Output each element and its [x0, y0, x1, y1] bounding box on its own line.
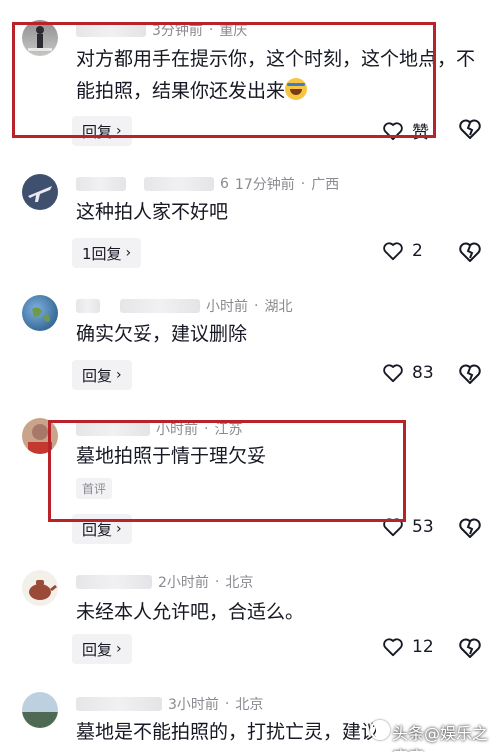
watermark: 头条@娱乐之唐唐	[392, 724, 489, 752]
avatar[interactable]	[22, 692, 58, 728]
username-redacted	[76, 422, 150, 436]
comment-location: 重庆	[219, 23, 248, 39]
like-count: 83	[412, 363, 434, 383]
username-redacted	[76, 697, 162, 711]
comment-time: 小时前	[156, 422, 198, 438]
avatar[interactable]	[22, 20, 58, 56]
comment-meta: 小时前 · 湖北	[76, 296, 292, 316]
dislike-button[interactable]	[458, 517, 482, 543]
like-button[interactable]: 赞	[382, 118, 429, 143]
watermark-logo-icon	[370, 720, 390, 740]
avatar-teapot-icon	[29, 580, 57, 600]
like-button[interactable]: 2	[382, 241, 423, 261]
like-button[interactable]: 12	[382, 637, 434, 657]
first-comment-badge: 首评	[76, 478, 113, 499]
broken-heart-icon	[459, 119, 481, 139]
comment-time: 17分钟前	[234, 177, 295, 193]
comment-time: 3分钟前	[152, 23, 203, 39]
like-count: 53	[412, 517, 434, 537]
reply-button[interactable]: 回复 ›	[72, 634, 132, 664]
like-count: 12	[412, 637, 434, 657]
chevron-right-icon: ›	[116, 641, 122, 657]
comment-meta: 2小时前 · 北京	[76, 572, 253, 592]
heart-icon	[383, 242, 403, 261]
username-redacted	[76, 575, 152, 589]
avatar[interactable]	[22, 174, 58, 210]
broken-heart-icon	[459, 364, 481, 384]
chevron-right-icon: ›	[116, 521, 122, 537]
avatar[interactable]	[22, 295, 58, 331]
comment-text: 这种拍人家不好吧	[76, 201, 229, 223]
heart-icon	[383, 364, 403, 383]
heart-icon	[383, 518, 403, 537]
comment-location: 广西	[311, 177, 340, 193]
dislike-button[interactable]	[458, 637, 482, 663]
comment-time: 2小时前	[158, 575, 209, 591]
avatar-jet-icon	[28, 186, 52, 202]
comment-location: 北京	[225, 575, 254, 591]
heart-icon	[383, 121, 403, 140]
like-button[interactable]: 83	[382, 363, 434, 383]
like-count: 赞	[412, 123, 429, 143]
avatar[interactable]	[22, 570, 58, 606]
broken-heart-icon	[459, 518, 481, 538]
comment-location: 北京	[235, 697, 264, 713]
comment-location: 江苏	[214, 422, 243, 438]
broken-heart-icon	[459, 638, 481, 658]
username-redacted	[76, 299, 100, 313]
avatar-earth-icon	[32, 307, 50, 322]
avatar-person-icon	[28, 424, 52, 454]
reply-button[interactable]: 回复 ›	[72, 116, 132, 146]
comment-text: 未经本人允许吧，合适么。	[76, 601, 305, 623]
like-count: 2	[412, 241, 423, 261]
comment-meta: 6 17分钟前 · 广西	[76, 174, 339, 194]
dislike-button[interactable]	[458, 241, 482, 267]
comment-text: 墓地拍照于情于理欠妥	[76, 445, 267, 467]
username-redacted	[76, 23, 146, 37]
reply-button[interactable]: 1回复 ›	[72, 238, 142, 268]
reply-button[interactable]: 回复 ›	[72, 514, 132, 544]
dislike-button[interactable]	[458, 118, 482, 144]
laughing-crying-emoji-icon	[285, 78, 308, 100]
comment-text: 确实欠妥，建议删除	[76, 323, 248, 345]
comment-meta: 3小时前 · 北京	[76, 694, 263, 714]
avatar[interactable]	[22, 418, 58, 454]
username-redacted	[76, 177, 126, 191]
dislike-button[interactable]	[458, 363, 482, 389]
comment-meta: 小时前 · 江苏	[76, 419, 242, 439]
chevron-right-icon: ›	[116, 123, 122, 139]
like-button[interactable]: 53	[382, 517, 434, 537]
comment-time: 小时前	[206, 299, 248, 315]
comment-time: 3小时前	[168, 697, 219, 713]
comment-meta: 3分钟前 · 重庆	[76, 20, 247, 40]
comment-location: 湖北	[264, 299, 293, 315]
reply-button[interactable]: 回复 ›	[72, 360, 132, 390]
comment-text: 墓地是不能拍照的，打扰亡灵，建议	[76, 721, 376, 743]
chevron-right-icon: ›	[125, 245, 132, 261]
broken-heart-icon	[459, 242, 481, 262]
avatar-figure-icon	[28, 26, 52, 51]
heart-icon	[383, 638, 403, 657]
comment-text: 对方都用手在提示你，这个时刻，这个地点，不能拍照，结果你还发出来	[76, 48, 476, 102]
chevron-right-icon: ›	[116, 367, 122, 383]
